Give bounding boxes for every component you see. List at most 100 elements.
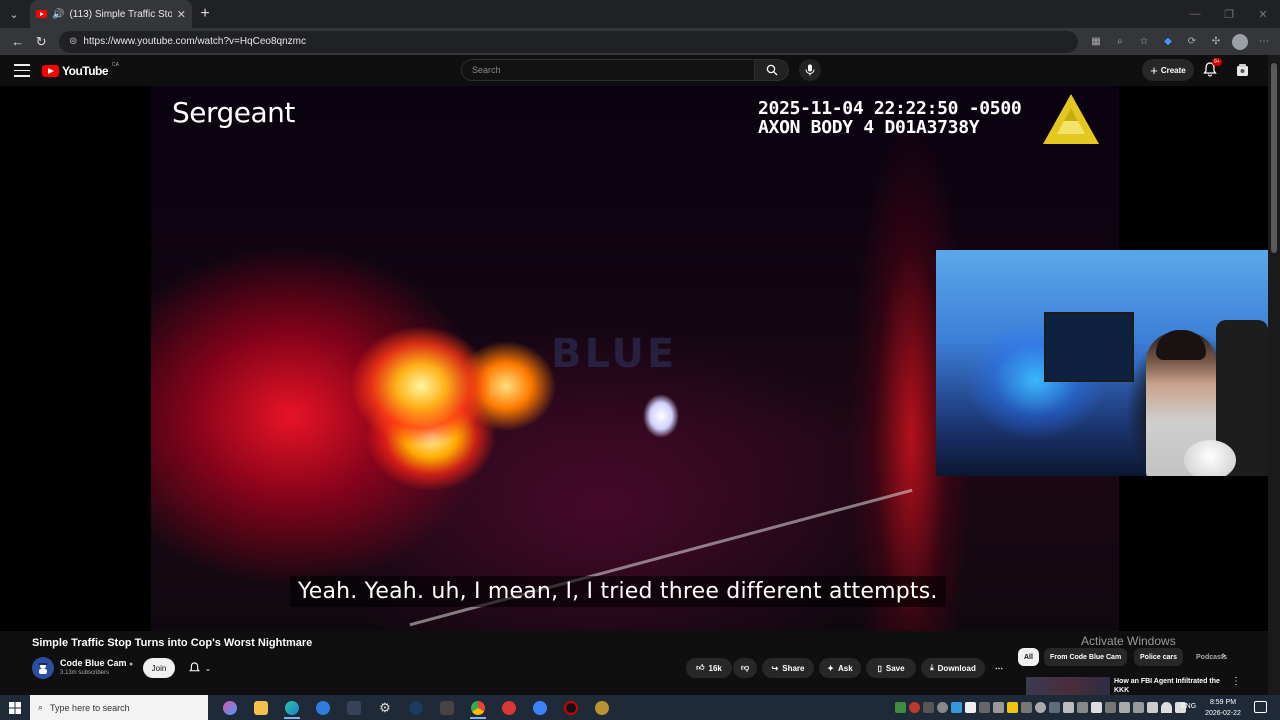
create-button[interactable]: + Create <box>1142 59 1194 81</box>
bodycam-time: 2025-11-04 22:22:50 -0500 <box>758 98 1022 119</box>
search-button[interactable] <box>755 59 789 81</box>
zoom-icon[interactable]: ⌕ <box>1110 32 1130 52</box>
youtube-logo[interactable]: YouTube CA <box>42 62 119 78</box>
search-input[interactable]: Search <box>461 59 755 81</box>
taskbar-search-placeholder: Type here to search <box>50 702 130 713</box>
recommendation-more-icon[interactable]: ⋮ <box>1231 676 1241 687</box>
url-field[interactable]: ⊜ https://www.youtube.com/watch?v=HqCeo8… <box>59 30 1078 53</box>
reload-button[interactable]: ↻ <box>30 30 54 54</box>
language-indicator[interactable]: ENG <box>1181 703 1196 710</box>
tray-icon-18[interactable] <box>1133 702 1144 713</box>
chip-from-channel[interactable]: From Code Blue Cam <box>1044 648 1128 666</box>
chip-all[interactable]: All <box>1018 648 1039 666</box>
speaker-icon[interactable]: 🔊 <box>52 9 64 20</box>
taskbar-app-record-icon[interactable] <box>557 695 585 720</box>
tray-icon-7[interactable] <box>979 702 990 713</box>
chevron-right-icon[interactable]: › <box>1222 650 1225 661</box>
notifications-button[interactable]: 9+ <box>1203 58 1222 78</box>
recommendation-thumbnail[interactable] <box>1026 677 1110 695</box>
taskbar-search[interactable]: ⌕ Type here to search <box>30 695 208 720</box>
taskbar-app-dark-icon[interactable] <box>340 695 368 720</box>
taskbar-app-red-icon[interactable] <box>495 695 523 720</box>
tray-icon-10[interactable] <box>1021 702 1032 713</box>
maximize-icon[interactable]: ❐ <box>1212 0 1246 28</box>
streamer-webcam-overlay <box>936 250 1268 476</box>
save-button[interactable]: ▯ Save <box>866 658 916 678</box>
taskbar-copilot-icon[interactable] <box>216 695 244 720</box>
app-install-icon[interactable]: ▦ <box>1086 32 1106 52</box>
tray-icon-15[interactable] <box>1091 702 1102 713</box>
recommendation-title[interactable]: How an FBI Agent Infiltrated the KKK <box>1114 677 1229 695</box>
tab-close-icon[interactable]: ✕ <box>177 8 186 21</box>
ask-button[interactable]: ✦ Ask <box>819 658 861 678</box>
tray-icon-17[interactable] <box>1119 702 1130 713</box>
guide-menu-icon[interactable] <box>14 63 30 79</box>
bookmark-star-icon[interactable]: ☆ <box>1134 32 1154 52</box>
account-avatar-icon[interactable] <box>1236 63 1249 77</box>
tray-icon-13[interactable] <box>1063 702 1074 713</box>
channel-name[interactable]: Code Blue Cam ● <box>60 658 133 668</box>
webcam-monitor <box>1044 312 1134 382</box>
back-button[interactable]: ← <box>6 30 30 54</box>
refresh-extension-icon[interactable]: ⟳ <box>1182 32 1202 52</box>
tab-title: (113) Simple Traffic Stop Turn <box>69 8 172 20</box>
taskbar-chrome-icon[interactable] <box>464 695 492 720</box>
start-button[interactable] <box>0 695 30 720</box>
join-button[interactable]: Join <box>143 658 175 678</box>
channel-name-text: Code Blue Cam <box>60 658 127 668</box>
taskbar-settings-icon[interactable]: ⚙ <box>371 695 399 720</box>
tray-icon-5[interactable] <box>951 702 962 713</box>
tray-icon-1[interactable] <box>895 702 906 713</box>
browser-menu-icon[interactable]: ⋯ <box>1254 32 1274 52</box>
tray-icon-4[interactable] <box>937 702 948 713</box>
tray-icon-8[interactable] <box>993 702 1004 713</box>
page-scrollbar[interactable] <box>1268 55 1280 695</box>
extensions-puzzle-icon[interactable]: ✣ <box>1206 32 1226 52</box>
chip-podcasts[interactable]: Podcasts <box>1190 648 1233 666</box>
axon-logo-icon <box>1043 94 1099 144</box>
extension-icon[interactable]: ◆ <box>1158 32 1178 52</box>
tray-icon-16[interactable] <box>1105 702 1116 713</box>
dislike-button[interactable]: 👎︎ <box>733 658 757 678</box>
tray-icon-9[interactable] <box>1007 702 1018 713</box>
tray-icon-19[interactable] <box>1147 702 1158 713</box>
tab-search-dropdown-icon[interactable]: ⌄ <box>0 0 28 28</box>
share-button[interactable]: ↪ Share <box>762 658 814 678</box>
thumbs-up-icon: 👍︎ <box>696 663 705 672</box>
taskbar-explorer-icon[interactable] <box>247 695 275 720</box>
tray-icon-14[interactable] <box>1077 702 1088 713</box>
wifi-icon[interactable] <box>1161 702 1172 713</box>
chip-police-cars[interactable]: Police cars <box>1134 648 1183 666</box>
browser-tab-active[interactable]: 🔊 (113) Simple Traffic Stop Turn ✕ <box>30 0 192 28</box>
share-icon: ↪ <box>771 663 779 673</box>
profile-avatar[interactable] <box>1230 32 1250 52</box>
subscription-bell-button[interactable]: ⌄ <box>183 659 217 677</box>
notification-badge: 9+ <box>1212 58 1222 66</box>
search-icon: ⌕ <box>38 702 44 712</box>
taskbar-calculator-icon[interactable] <box>433 695 461 720</box>
more-actions-button[interactable]: ⋯ <box>989 658 1009 678</box>
video-player[interactable]: BLUE Sergeant 2025-11-04 22:22:50 -0500 … <box>0 86 1268 631</box>
taskbar-steam-icon[interactable] <box>402 695 430 720</box>
taskbar-app-blue-icon[interactable] <box>309 695 337 720</box>
like-button[interactable]: 👍︎ 16k <box>686 658 732 678</box>
notification-center-icon[interactable] <box>1254 701 1267 713</box>
download-button[interactable]: ⤓ Download <box>921 658 985 678</box>
taskbar-clock[interactable]: 8:59 PM 2026-02-22 <box>1200 697 1246 719</box>
minimize-icon[interactable]: — <box>1178 0 1212 28</box>
tray-icon-6[interactable] <box>965 702 976 713</box>
site-info-icon[interactable]: ⊜ <box>69 36 77 47</box>
taskbar-edge-icon[interactable] <box>278 695 306 720</box>
ask-label: Ask <box>838 663 853 673</box>
tray-icon-11[interactable] <box>1035 702 1046 713</box>
channel-avatar[interactable] <box>32 657 54 679</box>
taskbar-app-gold-icon[interactable] <box>588 695 616 720</box>
close-window-icon[interactable]: ✕ <box>1246 0 1280 28</box>
scrollbar-thumb[interactable] <box>1271 63 1277 253</box>
new-tab-button[interactable]: + <box>192 1 218 27</box>
tray-icon-12[interactable] <box>1049 702 1060 713</box>
taskbar-app-blue2-icon[interactable] <box>526 695 554 720</box>
tray-icon-2[interactable] <box>909 702 920 713</box>
tray-icon-3[interactable] <box>923 702 934 713</box>
voice-search-button[interactable] <box>799 59 821 81</box>
